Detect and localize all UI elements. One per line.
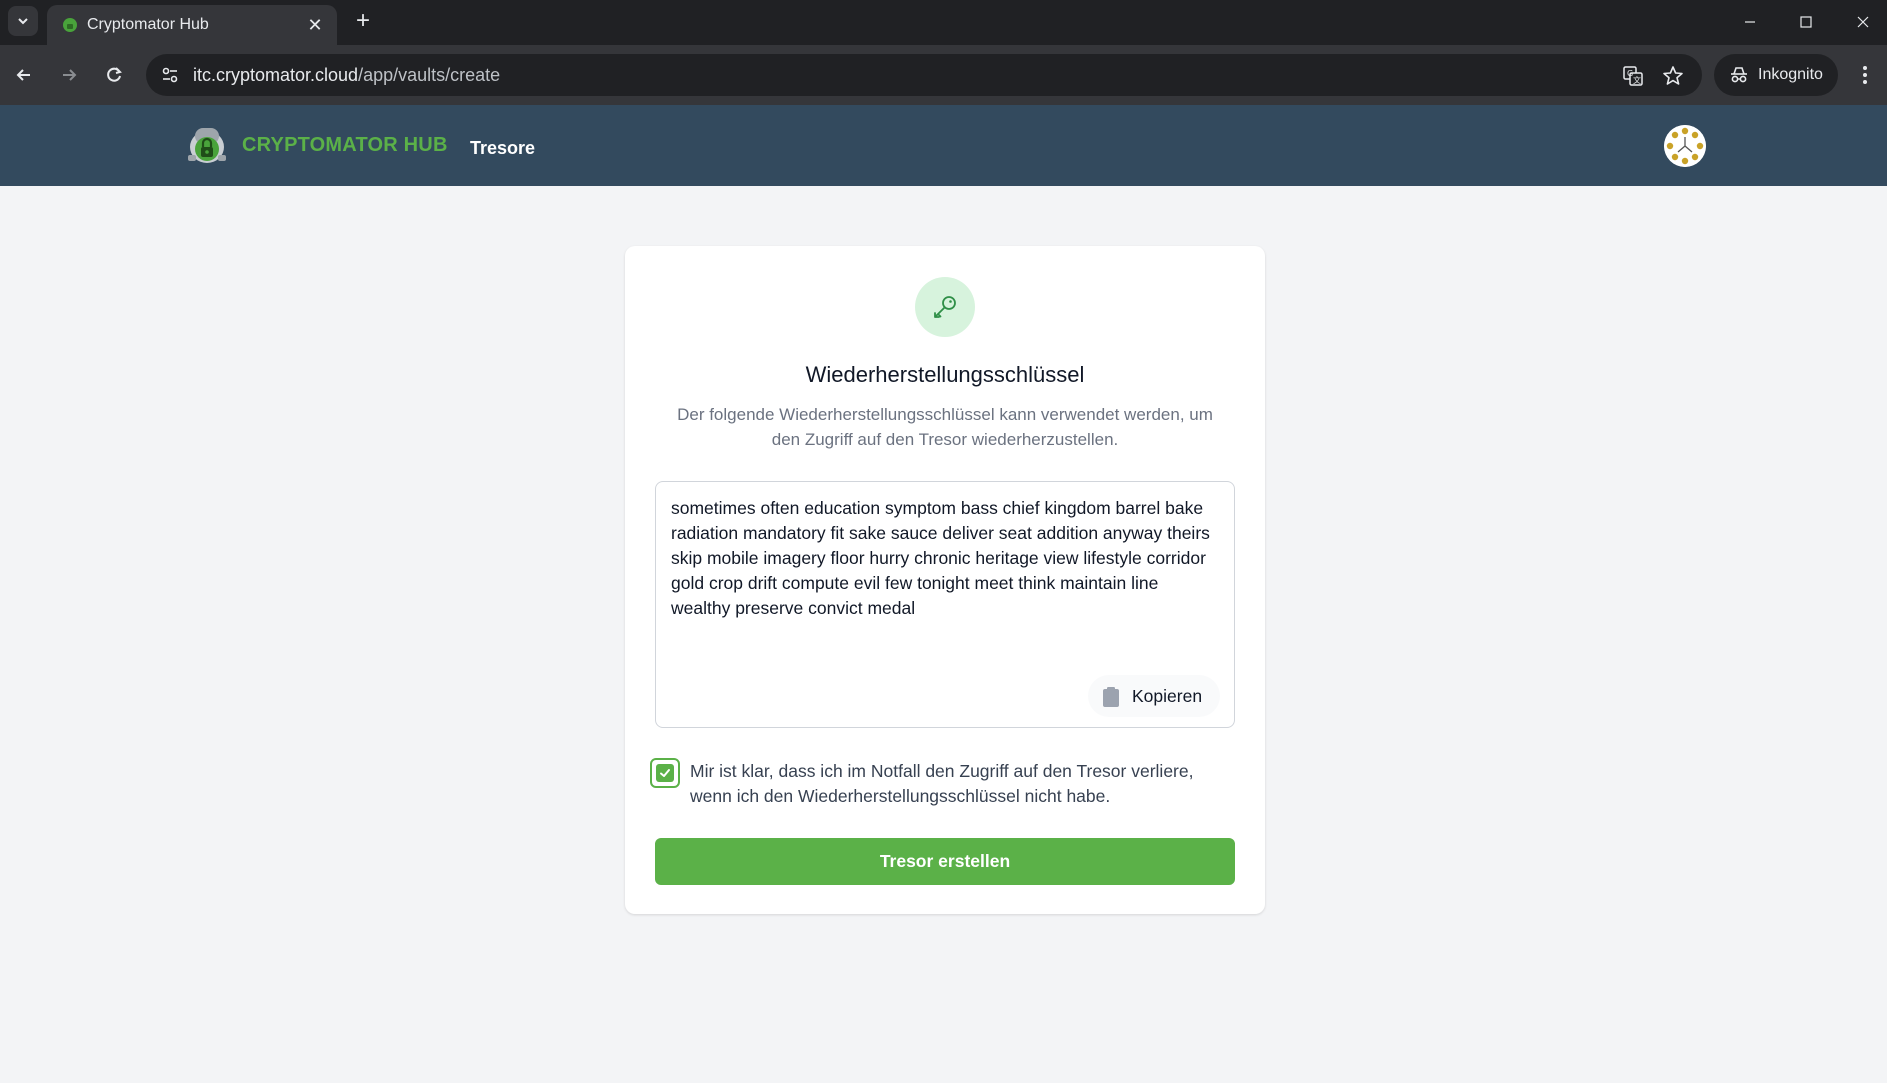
- incognito-indicator[interactable]: Inkognito: [1714, 54, 1838, 96]
- translate-icon[interactable]: G 文: [1620, 63, 1646, 89]
- cryptomator-favicon: [63, 18, 77, 32]
- address-bar[interactable]: itc.cryptomator.cloud/app/vaults/create …: [146, 54, 1702, 96]
- url-host: itc.cryptomator.cloud: [193, 65, 359, 85]
- key-icon: [934, 296, 956, 318]
- close-icon[interactable]: ✕: [303, 13, 327, 37]
- browser-tab[interactable]: Cryptomator Hub ✕: [47, 5, 337, 45]
- chevron-down-icon: [18, 18, 28, 25]
- tab-title: Cryptomator Hub: [87, 16, 209, 33]
- window-close-icon[interactable]: [1843, 8, 1883, 36]
- forward-arrow-icon[interactable]: [53, 59, 85, 91]
- svg-text:文: 文: [1633, 75, 1641, 85]
- copy-button[interactable]: Kopieren: [1088, 675, 1220, 717]
- confirm-checkbox[interactable]: [650, 758, 680, 788]
- plus-icon[interactable]: +: [350, 9, 376, 35]
- site-settings-icon[interactable]: [156, 61, 184, 89]
- key-icon-badge: [915, 277, 975, 337]
- create-vault-button[interactable]: Tresor erstellen: [655, 838, 1235, 885]
- clipboard-icon: [1103, 687, 1119, 707]
- recovery-key-field[interactable]: sometimes often education symptom bass c…: [655, 481, 1235, 728]
- confirm-checkbox-label[interactable]: Mir ist klar, dass ich im Notfall den Zu…: [690, 759, 1230, 809]
- checkmark-icon: [660, 769, 670, 777]
- avatar-identicon: [1664, 125, 1706, 167]
- checkbox-fill: [656, 764, 674, 782]
- minimize-icon[interactable]: [1730, 8, 1770, 36]
- incognito-label: Inkognito: [1758, 66, 1823, 83]
- avatar[interactable]: [1664, 125, 1706, 167]
- brand-name[interactable]: CRYPTOMATOR HUB: [242, 134, 448, 157]
- copy-button-label: Kopieren: [1132, 686, 1203, 706]
- card-title: Wiederherstellungsschlüssel: [805, 362, 1085, 387]
- app-header: CRYPTOMATOR HUB Tresore: [0, 105, 1887, 186]
- recovery-key-card: Wiederherstellungsschlüssel Der folgende…: [625, 246, 1265, 914]
- nav-link-vaults[interactable]: Tresore: [470, 138, 535, 159]
- star-icon[interactable]: [1660, 63, 1686, 89]
- browser-toolbar: itc.cryptomator.cloud/app/vaults/create …: [0, 45, 1887, 105]
- recovery-key-text[interactable]: sometimes often education symptom bass c…: [671, 496, 1221, 621]
- card-description: Der folgende Wiederherstellungsschlüssel…: [677, 405, 1213, 449]
- tab-list-button[interactable]: [8, 6, 38, 36]
- url-path: /app/vaults/create: [358, 65, 501, 85]
- maximize-icon[interactable]: [1786, 8, 1826, 36]
- incognito-icon: [1731, 67, 1747, 83]
- url-text[interactable]: itc.cryptomator.cloud/app/vaults/create: [193, 65, 500, 86]
- back-arrow-icon[interactable]: [8, 59, 40, 91]
- more-vert-icon[interactable]: [1852, 59, 1878, 91]
- reload-icon[interactable]: [98, 59, 130, 91]
- browser-tab-bar: Cryptomator Hub ✕ +: [0, 0, 1887, 45]
- cryptomator-logo-icon[interactable]: [184, 123, 230, 169]
